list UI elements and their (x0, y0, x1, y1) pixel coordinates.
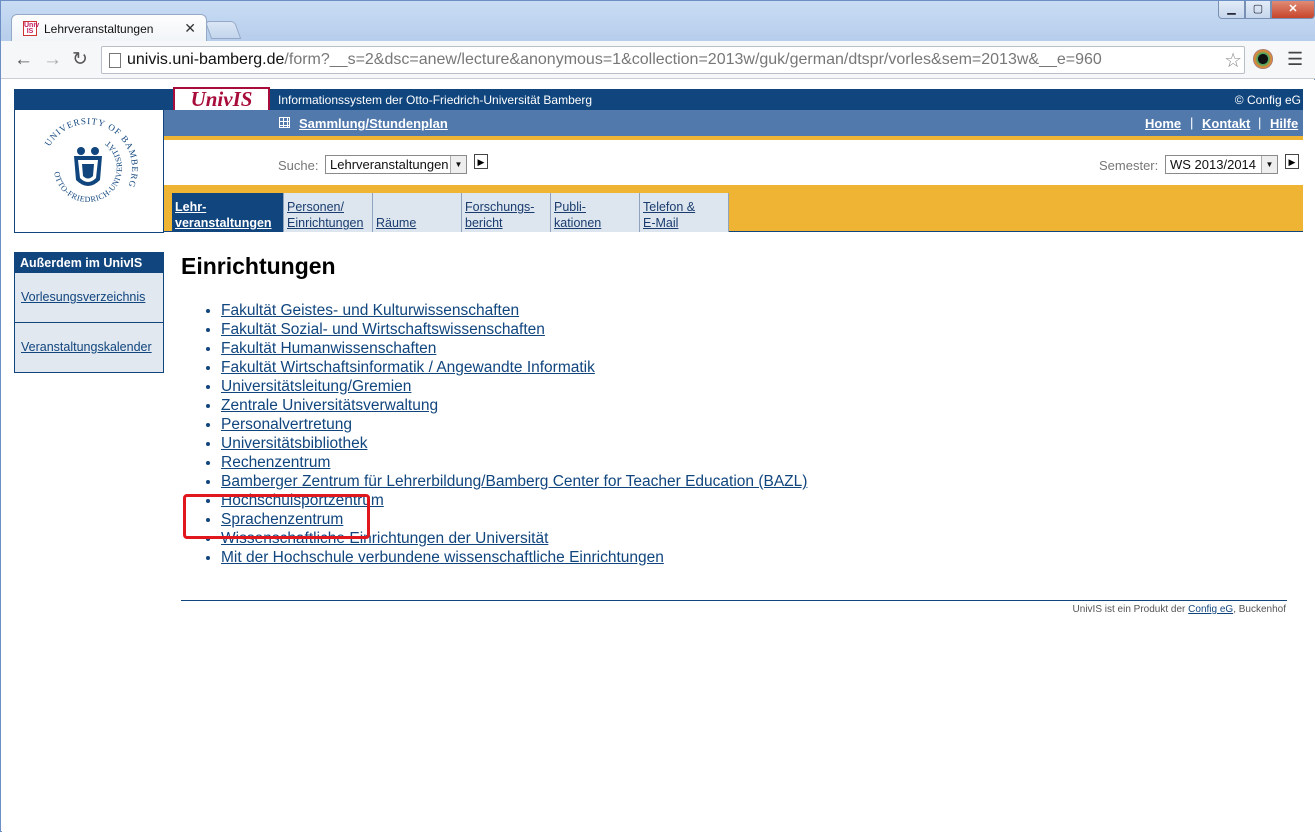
kontakt-link[interactable]: Kontakt (1202, 116, 1250, 131)
tab-label-line2: veranstaltungen (175, 216, 272, 230)
list-item: Fakultät Wirtschaftsinformatik / Angewan… (221, 358, 807, 377)
collection-link[interactable]: Sammlung/Stundenplan (299, 116, 448, 131)
einrichtung-link[interactable]: Fakultät Wirtschaftsinformatik / Angewan… (221, 359, 595, 376)
tab-label-line2: Räume (376, 216, 417, 230)
einrichtung-link[interactable]: Bamberger Zentrum für Lehrerbildung/Bamb… (221, 473, 807, 490)
univis-favicon-icon: Univ IS (23, 21, 40, 36)
einrichtung-link[interactable]: Fakultät Geistes- und Kulturwissenschaft… (221, 302, 519, 319)
list-item: Fakultät Geistes- und Kulturwissenschaft… (221, 301, 807, 320)
bookmark-star-icon[interactable]: ☆ (1224, 48, 1242, 73)
url-text: univis.uni-bamberg.de/form?__s=2&dsc=ane… (127, 51, 1102, 69)
list-item: Zentrale Universitätsverwaltung (221, 396, 807, 415)
university-seal-icon: UNIVERSITY OF BAMBERG OTTO-FRIEDRICH-UNI… (43, 118, 138, 204)
extension-icon[interactable] (1253, 49, 1273, 69)
tab-forschungsbericht[interactable]: Forschungs- bericht (462, 193, 551, 232)
einrichtung-link[interactable]: Personalvertretung (221, 416, 352, 433)
sidebar-item-vorlesungsverzeichnis[interactable]: Vorlesungsverzeichnis (15, 273, 163, 323)
einrichtung-link[interactable]: Universitätsbibliothek (221, 435, 367, 452)
hilfe-link[interactable]: Hilfe (1270, 116, 1298, 131)
minimize-button[interactable]: ▁ (1218, 1, 1245, 19)
search-label: Suche: (278, 158, 319, 173)
sidebar: Außerdem im UnivIS Vorlesungsverzeichnis… (14, 252, 164, 373)
title-bar: Univ IS Lehrveranstaltungen ✕ ▁ ▢ ✕ (1, 1, 1315, 42)
search-type-select[interactable]: Lehrveranstaltungen ▼ (325, 155, 467, 174)
semester-select[interactable]: WS 2013/2014 ▼ (1165, 155, 1278, 174)
einrichtung-link[interactable]: Mit der Hochschule verbundene wissenscha… (221, 549, 664, 566)
url-host: univis.uni-bamberg.de (127, 51, 285, 68)
semester-value: WS 2013/2014 (1170, 157, 1257, 172)
tab-label-line1: Telefon & (643, 200, 696, 214)
list-item: Fakultät Sozial- und Wirtschaftswissensc… (221, 320, 807, 339)
list-item: Universitätsleitung/Gremien (221, 377, 807, 396)
close-window-button[interactable]: ✕ (1271, 1, 1315, 19)
home-link[interactable]: Home (1145, 116, 1181, 131)
separator: | (1190, 115, 1194, 130)
list-item: Personalvertretung (221, 415, 807, 434)
sidebar-heading: Außerdem im UnivIS (15, 253, 163, 273)
tab-telefon-email[interactable]: Telefon & E-Mail (640, 193, 729, 232)
search-type-value: Lehrveranstaltungen (330, 157, 449, 172)
tab-close-icon[interactable]: ✕ (184, 20, 196, 37)
header-title: Informationssystem der Otto-Friedrich-Un… (278, 93, 593, 107)
dropdown-arrow-icon: ▼ (1261, 156, 1277, 173)
semester-go-button[interactable]: ▶ (1285, 154, 1299, 169)
reload-icon[interactable]: ↻ (72, 50, 88, 70)
tab-label-line2: kationen (554, 216, 602, 230)
collection-bar: Sammlung/Stundenplan Home | Kontakt | Hi… (164, 110, 1303, 136)
search-row: Suche: Lehrveranstaltungen ▼ ▶ Semester:… (164, 140, 1303, 185)
separator: | (1258, 115, 1262, 130)
footer: UnivIS ist ein Produkt der Config eG, Bu… (1073, 604, 1286, 615)
browser-window: Univ IS Lehrveranstaltungen ✕ ▁ ▢ ✕ ← → … (0, 0, 1315, 832)
univis-logo[interactable]: UnivIS (173, 87, 270, 112)
tab-label-line1: Lehr- (175, 200, 207, 214)
search-go-button[interactable]: ▶ (474, 154, 488, 169)
einrichtung-link[interactable]: Fakultät Humanwissenschaften (221, 340, 436, 357)
maximize-button[interactable]: ▢ (1245, 1, 1271, 19)
page-icon (109, 53, 121, 68)
einrichtung-link[interactable]: Zentrale Universitätsverwaltung (221, 397, 438, 414)
sidebar-item-veranstaltungskalender[interactable]: Veranstaltungskalender (15, 323, 163, 373)
back-arrow-icon[interactable]: ← (14, 50, 33, 70)
browser-tab[interactable]: Univ IS Lehrveranstaltungen ✕ (11, 14, 207, 42)
einrichtung-link[interactable]: Universitätsleitung/Gremien (221, 378, 411, 395)
footer-divider (181, 600, 1287, 601)
einrichtung-link[interactable]: Fakultät Sozial- und Wirtschaftswissensc… (221, 321, 545, 338)
browser-toolbar: ← → ↻ univis.uni-bamberg.de/form?__s=2&d… (1, 41, 1315, 79)
seal-box: UNIVERSITY OF BAMBERG OTTO-FRIEDRICH-UNI… (14, 110, 164, 233)
list-item: Bamberger Zentrum für Lehrerbildung/Bamb… (221, 472, 807, 491)
tab-personen-einrichtungen[interactable]: Personen/ Einrichtungen (284, 193, 373, 232)
tab-raeume[interactable]: Räume (373, 193, 462, 232)
new-tab-button[interactable] (204, 21, 242, 39)
forward-arrow-icon[interactable]: → (43, 50, 62, 70)
list-item: Fakultät Humanwissenschaften (221, 339, 807, 358)
footer-suffix: , Buckenhof (1233, 604, 1286, 615)
address-bar[interactable]: univis.uni-bamberg.de/form?__s=2&dsc=ane… (101, 46, 1245, 74)
grid-icon (279, 117, 290, 128)
tab-label-line1: Forschungs- (465, 200, 535, 214)
main-nav-tabs: Lehr- veranstaltungen Personen/ Einricht… (164, 185, 1303, 232)
page-title: Einrichtungen (181, 253, 336, 279)
highlight-box (183, 494, 370, 539)
footer-prefix: UnivIS ist ein Produkt der (1072, 604, 1186, 615)
tab-publikationen[interactable]: Publi- kationen (551, 193, 640, 232)
semester-label: Semester: (1099, 158, 1159, 173)
page-content: Informationssystem der Otto-Friedrich-Un… (2, 80, 1315, 832)
header-copyright: © Config eG (1234, 93, 1301, 107)
menu-icon[interactable]: ☰ (1287, 49, 1303, 70)
tab-title: Lehrveranstaltungen (44, 22, 154, 36)
tab-label-line1: Personen/ (287, 200, 344, 214)
einrichtung-link[interactable]: Rechenzentrum (221, 454, 330, 471)
config-eg-link[interactable]: Config eG (1188, 604, 1233, 615)
tab-label-line2: bericht (465, 216, 503, 230)
tab-label-line2: E-Mail (643, 216, 679, 230)
list-item: Rechenzentrum (221, 453, 807, 472)
dropdown-arrow-icon: ▼ (450, 156, 466, 173)
tab-lehrveranstaltungen[interactable]: Lehr- veranstaltungen (172, 193, 284, 232)
url-path: /form?__s=2&dsc=anew/lecture&anonymous=1… (284, 51, 1102, 68)
list-item: Universitätsbibliothek (221, 434, 807, 453)
tab-label-line2: Einrichtungen (287, 216, 364, 230)
tab-label-line1: Publi- (554, 200, 586, 214)
list-item: Mit der Hochschule verbundene wissenscha… (221, 548, 807, 567)
